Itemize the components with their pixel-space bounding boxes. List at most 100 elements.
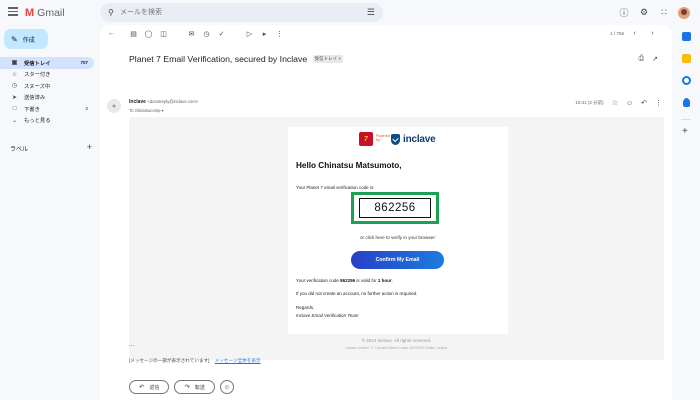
validity-middle: is valid for [355,278,378,283]
email-body: 7 Powered by inclave Hello Chinatsu Mats… [129,117,664,360]
copyright-text: © 2024 Inclave. All rights reserved. [361,338,432,343]
inbox-icon: ▣ [11,60,18,67]
sidebar-nav: ▣ 受信トレイ 707 ☆ スター付き ◷ スヌーズ中 ➤ 送信済み □ 下書き… [0,57,96,126]
star-icon: ☆ [11,71,18,78]
compose-label: 作成 [22,37,35,44]
forward-label: 転送 [194,384,205,391]
delete-icon[interactable]: ◫ [159,30,168,38]
clock-icon: ◷ [11,83,18,90]
mark-unread-icon[interactable]: ✉ [187,30,196,38]
snooze-icon[interactable]: ◷ [202,30,211,38]
send-icon: ➤ [11,94,18,101]
verification-code: 862256 [359,198,431,218]
chevron-down-icon: ⌄ [11,117,18,124]
add-task-icon[interactable]: ✓ [217,30,226,38]
help-icon[interactable]: ⓘ [618,6,630,19]
draft-count: 2 [85,106,88,112]
newer-chevron-icon[interactable]: ‹ [630,30,639,37]
emoji-reaction-icon[interactable]: ☺ [626,100,633,107]
contacts-icon[interactable] [683,98,690,107]
account-avatar[interactable] [678,6,690,19]
older-chevron-icon[interactable]: › [648,30,657,37]
reply-icon: ↶ [139,384,145,391]
sender-email: <donotreply@inclave.com> [147,99,199,104]
star-icon[interactable]: ☆ [612,99,618,107]
calendar-icon[interactable] [682,32,691,41]
sidebar-item-drafts[interactable]: □ 下書き 2 [0,103,94,115]
inclave-shield-icon [391,133,400,145]
ignore-text: If you did not create an account, no fur… [296,291,418,296]
reply-actions: ↶ 返信 ↷ 転送 ☺ [129,380,234,394]
inbox-label-chip[interactable]: 受信トレイ × [312,55,343,63]
emoji-reaction-button[interactable]: ☺ [219,380,234,394]
add-label-icon[interactable]: + [87,142,92,153]
sender-name[interactable]: Inclave [129,99,146,105]
search-input[interactable] [120,6,340,19]
validity-text: Your verification code 862256 is valid f… [296,278,393,283]
labels-heading: ラベル [10,147,29,153]
sidebar-item-more[interactable]: ⌄ もっと見る [0,115,94,127]
unread-count: 707 [80,60,88,66]
report-spam-icon[interactable]: ◯ [144,30,153,38]
sidebar-item-sent[interactable]: ➤ 送信済み [0,92,94,104]
brand-header: 7 Powered by inclave [359,132,436,146]
sidebar-item-label: もっと見る [24,118,51,125]
trimmed-content-ellipsis[interactable]: ... [129,342,134,348]
sidebar-item-inbox[interactable]: ▣ 受信トレイ 707 [0,57,94,69]
search-icon[interactable]: ⚲ [108,8,114,17]
reply-icon[interactable]: ↶ [641,99,647,107]
sidebar-item-label: 送信済み [24,95,46,102]
move-to-icon[interactable]: ▷ [245,30,254,38]
company-address: Inclave Limited, 77 Camden Street Lower,… [345,346,448,350]
inclave-logo-text: inclave [403,133,436,145]
gmail-logo[interactable]: M Gmail [25,6,65,20]
print-icon[interactable]: ⎙ [639,55,645,63]
sidebar-item-starred[interactable]: ☆ スター付き [0,69,94,81]
top-right-actions: ⓘ ⚙ ∷ [618,6,690,19]
message-subject: Planet 7 Email Verification, secured by … [129,54,343,64]
gmail-logo-text: Gmail [37,7,65,19]
more-options-icon[interactable]: ⋮ [275,30,284,38]
clipped-text: [メッセージの一部が表示されています] [129,358,210,363]
sender-avatar: ● [107,99,121,113]
greeting: Hello Chinatsu Matsumoto, [296,161,402,170]
message-meta: 10:41 (2 分前) ☆ ☺ ↶ ⋮ [575,99,662,108]
gmail-logo-mark: M [25,7,35,19]
sidebar-item-label: 下書き [24,106,40,113]
message-toolbar: ← ▤ ◯ ◫ ✉ ◷ ✓ ▷ ▸ ⋮ 1 / 756 ‹ › [100,25,672,44]
search-bar[interactable]: ⚲ ☰ [100,3,383,22]
recipient-details[interactable]: To chinatsucomp ▾ [129,108,164,113]
sidebar-item-label: スター付き [24,72,51,79]
more-options-icon[interactable]: ⋮ [655,99,662,107]
message-view: ← ▤ ◯ ◫ ✉ ◷ ✓ ▷ ▸ ⋮ 1 / 756 ‹ › Planet 7… [100,25,672,400]
sidebar-item-snoozed[interactable]: ◷ スヌーズ中 [0,80,94,92]
subject-text: Planet 7 Email Verification, secured by … [129,54,308,64]
label-icon[interactable]: ▸ [260,30,269,38]
open-new-window-icon[interactable]: ↗ [652,55,658,63]
reply-label: 返信 [149,384,160,391]
subject-actions: ⎙ ↗ [639,55,658,63]
back-arrow-icon[interactable]: ← [107,30,116,37]
main-menu-button[interactable] [8,7,18,16]
view-entire-message-link[interactable]: メッセージ全体を表示 [215,358,261,363]
validity-prefix: Your verification code [296,278,341,283]
apps-grid-icon[interactable]: ∷ [658,7,670,18]
validity-suffix: . [391,278,393,283]
get-addons-icon[interactable]: + [682,126,688,137]
confirm-email-button[interactable]: Confirm My Email [351,251,444,269]
compose-button[interactable]: ✎ 作成 [4,29,48,49]
settings-icon[interactable]: ⚙ [638,7,650,18]
validity-duration: 1 hour [377,278,392,283]
planet7-logo: 7 [359,132,373,146]
forward-icon: ↷ [184,384,190,391]
intro-text: Your Planet 7 email verification code is… [296,185,375,190]
archive-icon[interactable]: ▤ [129,30,138,38]
top-bar: M Gmail ⚲ ☰ ⓘ ⚙ ∷ [0,0,700,26]
keep-icon[interactable] [682,54,691,63]
clipped-message-notice: [メッセージの一部が表示されています] メッセージ全体を表示 [129,358,261,364]
forward-button[interactable]: ↷ 転送 [174,380,215,394]
tasks-icon[interactable] [682,76,691,85]
sidebar-item-label: スヌーズ中 [24,83,51,90]
search-options-icon[interactable]: ☰ [367,7,375,18]
reply-button[interactable]: ↶ 返信 [129,380,170,394]
